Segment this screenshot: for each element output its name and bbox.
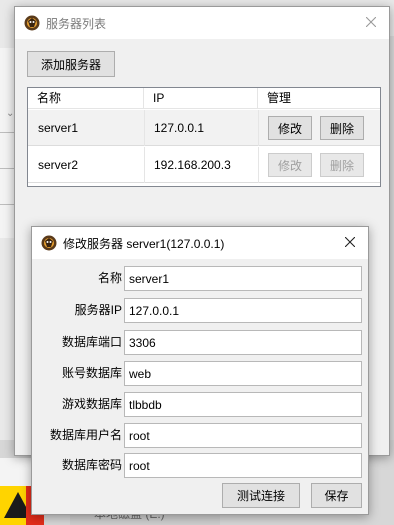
db-password-field[interactable] xyxy=(124,453,362,478)
server-name-cell: server1 xyxy=(38,121,79,135)
server-name-cell: server2 xyxy=(38,158,79,172)
titlebar[interactable]: 服务器列表 xyxy=(15,7,389,39)
app-logo-icon xyxy=(24,15,40,31)
close-button[interactable] xyxy=(359,11,383,33)
server-ip-label: 服务器IP xyxy=(74,303,122,317)
server-ip-field[interactable] xyxy=(124,298,362,323)
list-header: 名称 IP 管理 xyxy=(28,88,380,109)
add-server-button[interactable]: 添加服务器 xyxy=(27,51,115,77)
name-label: 名称 xyxy=(97,271,122,285)
window-title: 服务器列表 xyxy=(46,16,107,31)
game-db-field[interactable] xyxy=(124,392,362,417)
account-db-label: 账号数据库 xyxy=(61,366,122,380)
edit-button[interactable]: 修改 xyxy=(268,116,312,140)
edit-button[interactable]: 修改 xyxy=(268,153,312,177)
name-field[interactable] xyxy=(124,266,362,291)
server-list: 名称 IP 管理 server1 127.0.0.1 修改 删除 server2… xyxy=(27,87,381,187)
edit-server-dialog: 修改服务器 server1(127.0.0.1) 名称 服务器IP 数据库端口 … xyxy=(31,226,369,515)
column-header-manage[interactable]: 管理 xyxy=(258,88,380,109)
test-connection-button[interactable]: 测试连接 xyxy=(222,483,300,508)
db-password-label: 数据库密码 xyxy=(61,458,122,472)
app-logo-icon xyxy=(41,235,57,251)
column-header-ip[interactable]: IP xyxy=(144,88,258,109)
dialog-title: 修改服务器 server1(127.0.0.1) xyxy=(63,236,225,251)
titlebar[interactable]: 修改服务器 server1(127.0.0.1) xyxy=(32,227,368,259)
table-row[interactable]: server2 192.168.200.3 修改 删除 xyxy=(28,147,380,183)
db-port-field[interactable] xyxy=(124,330,362,355)
delete-button[interactable]: 删除 xyxy=(320,153,364,177)
close-button[interactable] xyxy=(338,231,362,253)
save-button[interactable]: 保存 xyxy=(311,483,362,508)
db-port-label: 数据库端口 xyxy=(61,335,122,349)
delete-button[interactable]: 删除 xyxy=(320,116,364,140)
db-username-label: 数据库用户名 xyxy=(49,428,122,442)
db-username-field[interactable] xyxy=(124,423,362,448)
cell-divider xyxy=(258,147,259,183)
close-icon xyxy=(366,17,376,27)
server-ip-cell: 192.168.200.3 xyxy=(154,158,231,172)
server-ip-cell: 127.0.0.1 xyxy=(154,121,205,135)
cell-divider xyxy=(258,110,259,146)
column-header-name[interactable]: 名称 xyxy=(28,88,144,109)
account-db-field[interactable] xyxy=(124,361,362,386)
game-db-label: 游戏数据库 xyxy=(61,397,122,411)
close-icon xyxy=(345,237,355,247)
table-row[interactable]: server1 127.0.0.1 修改 删除 xyxy=(28,110,380,146)
